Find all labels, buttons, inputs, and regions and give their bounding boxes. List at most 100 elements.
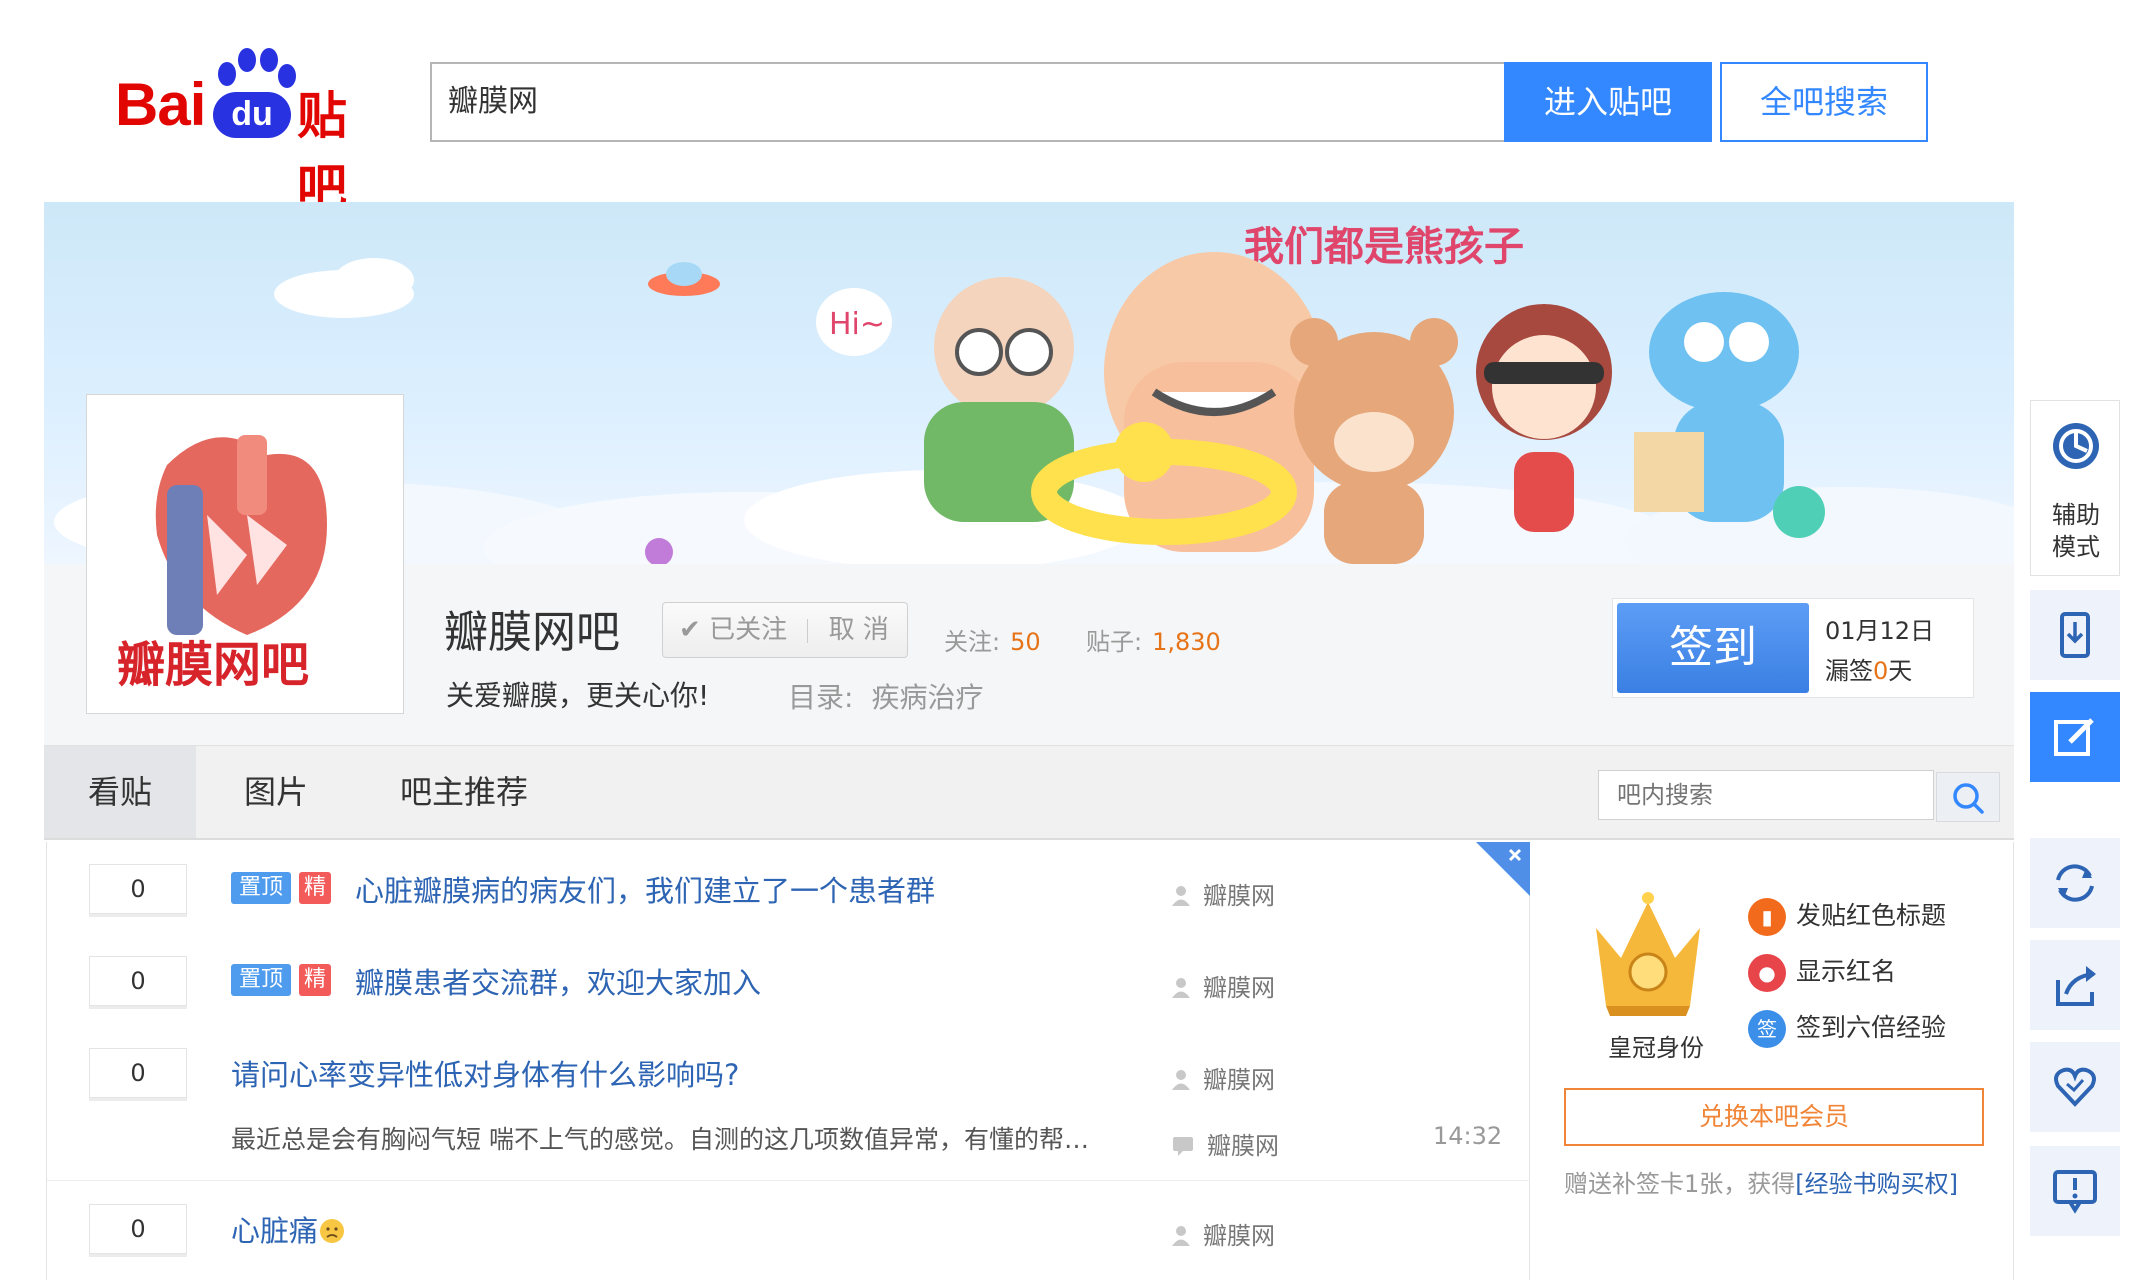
thread-title[interactable]: 请问心率变异性低对身体有什么影响吗? <box>231 1052 739 1094</box>
missed-days: 0 <box>1873 657 1889 685</box>
thread-title-text[interactable]: 心脏痛 <box>231 1214 318 1248</box>
signin-date: 01月12日 <box>1825 617 1935 645</box>
report-button[interactable] <box>2030 1146 2120 1236</box>
last-reply-author[interactable]: 瓣膜网 <box>1171 1126 1279 1161</box>
signin-box: 签到 01月12日 漏签0天 <box>1612 598 1974 698</box>
author-name[interactable]: 瓣膜网 <box>1203 882 1275 910</box>
unfollow-label[interactable]: 取 消 <box>829 615 889 645</box>
accessibility-label-line2: 模式 <box>2052 533 2100 561</box>
crown-label: 皇冠身份 <box>1608 1034 1704 1062</box>
perk-label: 显示红名 <box>1796 957 1897 986</box>
accessibility-mode-button[interactable]: 辅助 模式 <box>2030 400 2120 576</box>
download-app-button[interactable] <box>2030 590 2120 680</box>
redeem-membership-button[interactable]: 兑换本吧会员 <box>1564 1088 1984 1146</box>
thread-author[interactable]: 瓣膜网 <box>1171 968 1275 1003</box>
check-icon: ✔ <box>679 615 701 645</box>
refresh-icon <box>2056 864 2094 902</box>
comment-icon <box>1173 1137 1193 1156</box>
member-promo-box: 皇冠身份 ▮ 发贴红色标题 ● 显示红名 签签到六倍经验 兑换本吧会员 赠送补签卡1… <box>1530 842 2014 1280</box>
thread-title[interactable]: 心脏痛 <box>231 1208 346 1250</box>
follow-state-label: 已关注 <box>709 615 788 645</box>
avatar-forum-text: 瓣膜网吧 <box>117 637 309 693</box>
missed-suffix: 天 <box>1888 657 1913 685</box>
user-icon <box>1172 886 1190 906</box>
author-name[interactable]: 瓣膜网 <box>1203 1066 1275 1094</box>
thread-abstract: 最近总是会有胸闷气短 喘不上气的感觉。自测的这几项数值异常，有懂的帮… <box>231 1125 1089 1154</box>
reply-count: 0 <box>89 864 187 914</box>
catalog-label: 目录: <box>788 681 854 714</box>
search-icon <box>1953 783 1984 814</box>
last-reply-time: 14:32 <box>1433 1122 1503 1150</box>
refresh-button[interactable] <box>2030 838 2120 928</box>
sad-face-emoji-icon <box>320 1219 345 1243</box>
posts-stat-label: 贴子: <box>1086 628 1143 656</box>
missed-prefix: 漏签 <box>1825 657 1873 685</box>
follow-stat-count: 50 <box>1010 628 1041 656</box>
report-icon <box>2053 1170 2097 1214</box>
heart-icon: 瓣膜网吧 <box>117 435 327 693</box>
edit-icon <box>2054 718 2094 756</box>
thread-author[interactable]: 瓣膜网 <box>1171 1060 1275 1095</box>
top-tag: 置顶 <box>231 872 291 904</box>
perk-label: 发贴红色标题 <box>1796 901 1947 930</box>
tab-pictures[interactable]: 图片 <box>216 746 336 838</box>
accessibility-label: 辅助 模式 <box>2031 499 2121 563</box>
perk-label: 签到六倍经验 <box>1796 1013 1947 1042</box>
reply-count: 0 <box>89 1204 187 1254</box>
bookmark-icon: ▮ <box>1748 898 1786 936</box>
author-name[interactable]: 瓣膜网 <box>1203 974 1275 1002</box>
forum-slogan: 关爱瓣膜，更关心你! <box>446 679 710 712</box>
share-icon <box>2056 966 2096 1006</box>
signin-button[interactable]: 签到 <box>1617 603 1809 693</box>
top-tag: 置顶 <box>231 964 291 996</box>
accessibility-label-line1: 辅助 <box>2052 501 2100 529</box>
forum-avatar[interactable]: 瓣膜网吧 <box>86 394 404 714</box>
catalog-value[interactable]: 疾病治疗 <box>871 681 983 714</box>
posts-stat-count: 1,830 <box>1152 628 1221 656</box>
reply-count: 0 <box>89 1048 187 1098</box>
heart-outline-icon <box>2054 1067 2096 1107</box>
banner-slogan-art: 我们都是熊孩子 <box>1244 224 1524 270</box>
user-icon <box>1172 1070 1190 1090</box>
close-icon[interactable] <box>1476 842 1530 896</box>
post-new-thread-button[interactable] <box>2030 692 2120 782</box>
enter-forum-button[interactable]: 进入贴吧 <box>1504 62 1712 142</box>
good-tag: 精 <box>299 964 331 996</box>
global-search-button[interactable]: 全吧搜索 <box>1720 62 1928 142</box>
follow-toggle-button[interactable]: ✔ 已关注 取 消 <box>662 602 908 658</box>
logo-bai-text: Bai <box>115 71 206 138</box>
thread-author[interactable]: 瓣膜网 <box>1171 1216 1275 1251</box>
crown-icon <box>1596 892 1700 1016</box>
forum-catalog: 目录: 疾病治疗 <box>788 676 983 716</box>
tab-recommended[interactable]: 吧主推荐 <box>374 746 554 838</box>
thread-title[interactable]: 瓣膜患者交流群，欢迎大家加入 <box>355 960 761 1002</box>
perk-red-name: ● 显示红名 <box>1748 952 1896 992</box>
perk-red-title: ▮ 发贴红色标题 <box>1748 896 1946 936</box>
hi-bubble-text: Hi~ <box>829 307 885 342</box>
exp-book-link[interactable]: [经验书购买权] <box>1795 1170 1958 1198</box>
author-name[interactable]: 瓣膜网 <box>1203 1222 1275 1250</box>
forum-internal-search-input[interactable] <box>1598 770 1934 820</box>
chat-bubble-icon: ● <box>1748 954 1786 992</box>
user-icon <box>1172 1226 1190 1246</box>
follow-separator <box>807 618 809 643</box>
signin-missed: 漏签0天 <box>1825 651 1912 686</box>
download-icon <box>2060 612 2090 658</box>
accessibility-icon <box>2053 423 2099 469</box>
forum-name: 瓣膜网吧 <box>444 607 620 658</box>
posts-stat: 贴子: 1,830 <box>1086 622 1221 657</box>
thread-title[interactable]: 心脏瓣膜病的病友们，我们建立了一个患者群 <box>355 868 935 910</box>
tab-posts[interactable]: 看贴 <box>44 746 196 838</box>
signin-badge-icon: 签 <box>1748 1010 1786 1048</box>
forum-search-input[interactable]: 瓣膜网 <box>430 62 1504 142</box>
favorite-button[interactable] <box>2030 1042 2120 1132</box>
follow-stat: 关注: 50 <box>944 622 1041 657</box>
gift-text: 赠送补签卡1张，获得[经验书购买权] <box>1564 1164 1958 1199</box>
share-button[interactable] <box>2030 940 2120 1030</box>
thread-author[interactable]: 瓣膜网 <box>1171 876 1275 911</box>
follow-stat-label: 关注: <box>944 628 1001 656</box>
baidu-tieba-logo[interactable]: Bai du 贴吧 <box>115 48 390 217</box>
logo-tieba-text: 贴吧 <box>297 87 347 217</box>
last-reply-author-name[interactable]: 瓣膜网 <box>1207 1132 1279 1160</box>
forum-internal-search-button[interactable] <box>1936 772 2000 822</box>
